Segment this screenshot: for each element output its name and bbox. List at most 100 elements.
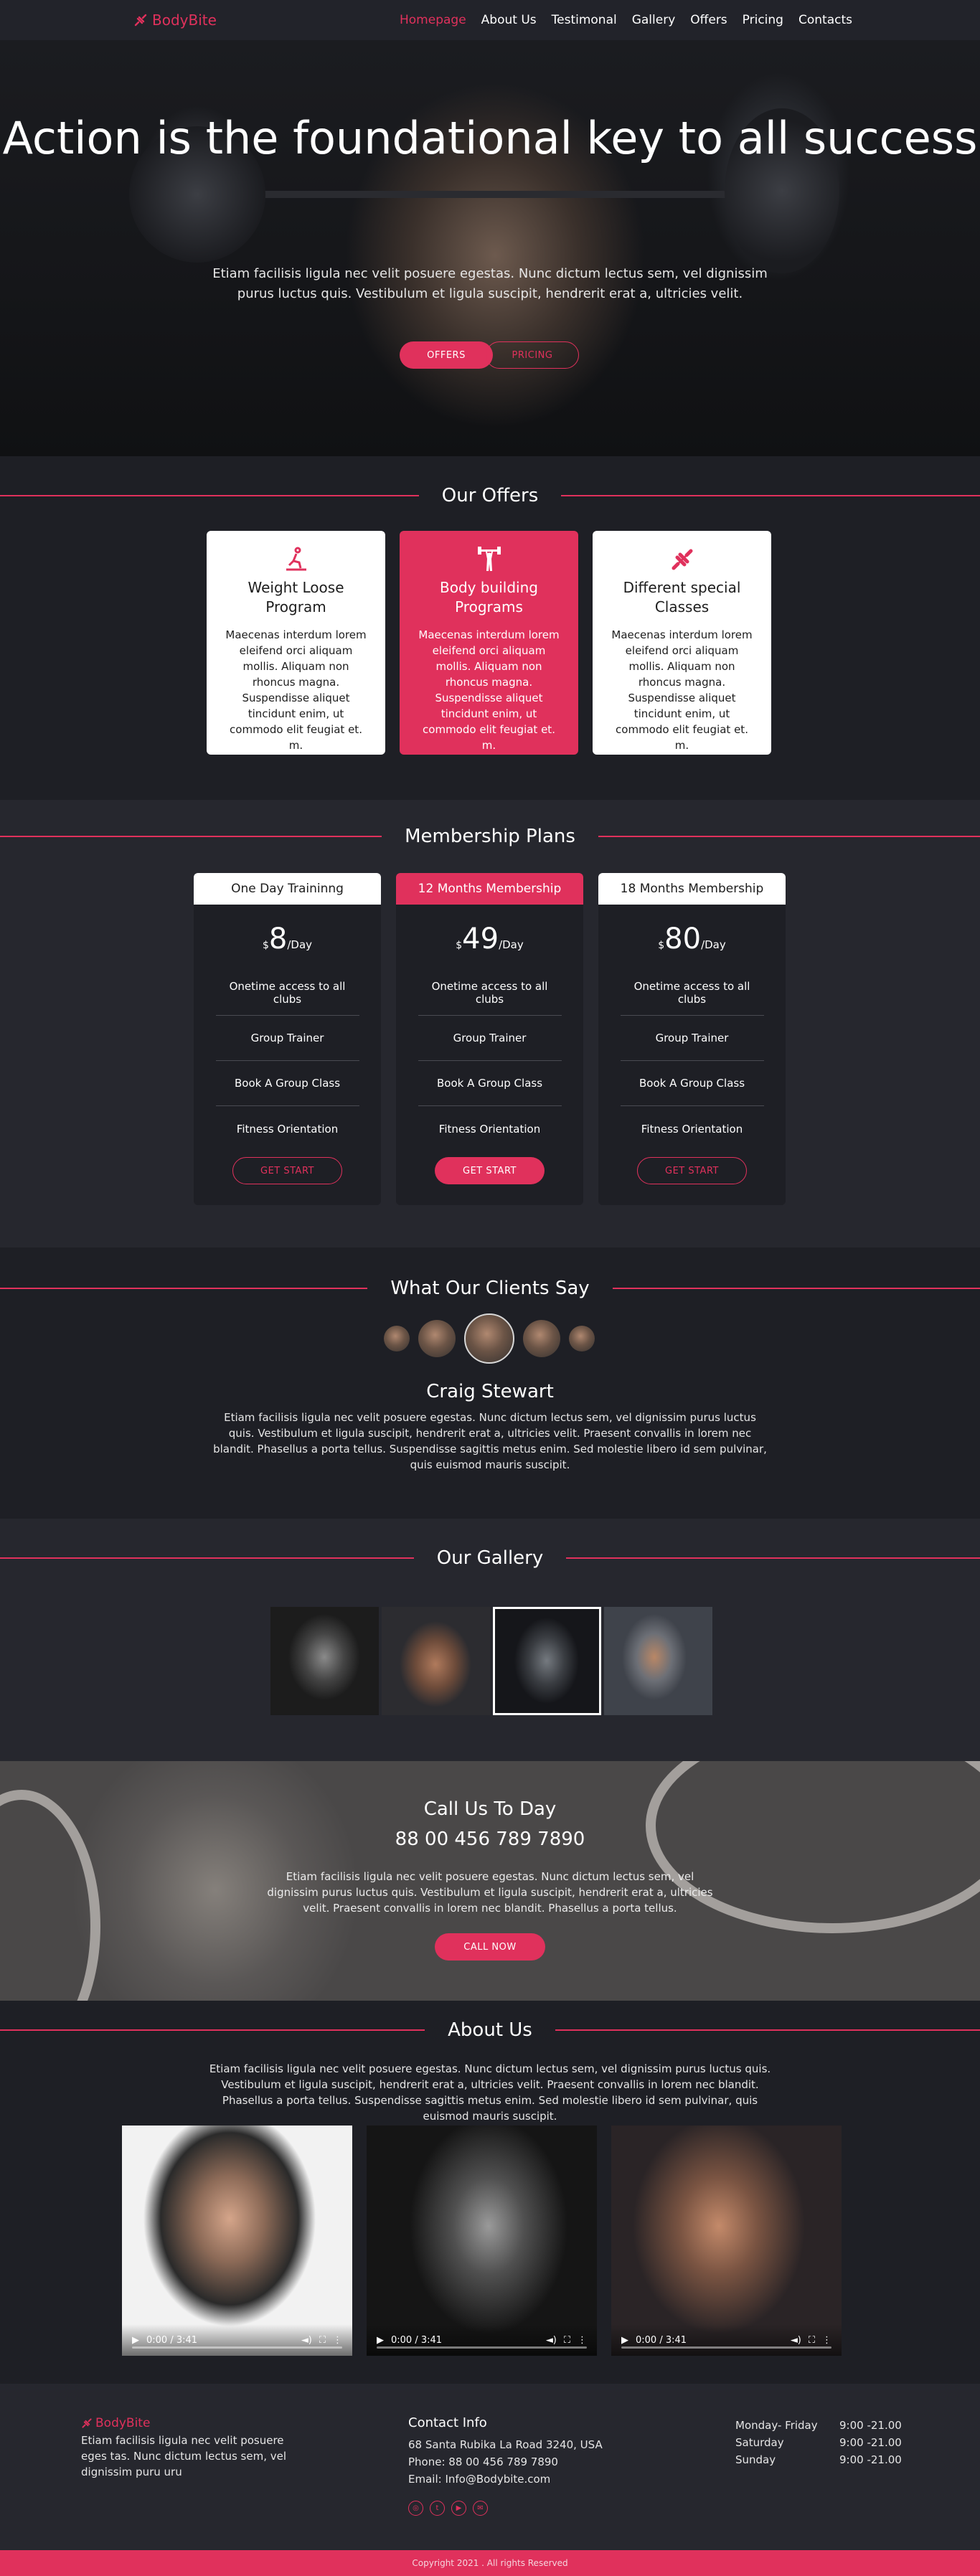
nav-gallery[interactable]: Gallery bbox=[632, 13, 676, 27]
dumbbell-icon bbox=[610, 545, 754, 574]
plan-price: $ 80 /Day bbox=[598, 922, 786, 956]
video-controls: ▶ 0:00 / 3:41 ◄) ⛶ ⋮ bbox=[122, 2324, 352, 2356]
contact-address: 68 Santa Rubika La Road 3240, USA bbox=[408, 2438, 603, 2451]
gallery-image[interactable] bbox=[382, 1607, 490, 1715]
video-time: 0:00 / 3:41 bbox=[636, 2334, 687, 2346]
volume-icon[interactable]: ◄) bbox=[546, 2335, 557, 2346]
video-player[interactable]: ▶ 0:00 / 3:41 ◄) ⛶ ⋮ bbox=[367, 2126, 597, 2356]
fullscreen-icon[interactable]: ⛶ bbox=[809, 2335, 815, 2346]
nav-contacts[interactable]: Contacts bbox=[798, 13, 852, 27]
offer-card[interactable]: Different special Classes Maecenas inter… bbox=[593, 531, 771, 755]
testimonials-section: What Our Clients Say Craig Stewart Etiam… bbox=[0, 1247, 980, 1519]
divider-line bbox=[0, 1288, 368, 1289]
offer-card[interactable]: Body building Programs Maecenas interdum… bbox=[400, 531, 578, 755]
gallery-image[interactable] bbox=[604, 1607, 712, 1715]
play-icon[interactable]: ▶ bbox=[377, 2335, 384, 2346]
hours-day: Monday- Friday bbox=[735, 2419, 818, 2432]
get-start-button[interactable]: GET START bbox=[637, 1157, 747, 1184]
more-options-icon[interactable]: ⋮ bbox=[333, 2335, 342, 2346]
offer-text: Maecenas interdum lorem eleifend orci al… bbox=[611, 628, 753, 752]
fullscreen-icon[interactable]: ⛶ bbox=[564, 2335, 570, 2346]
play-icon[interactable]: ▶ bbox=[132, 2335, 139, 2346]
hours-time: 9:00 -21.00 bbox=[839, 2419, 902, 2432]
dumbbell-logo-icon bbox=[82, 2418, 92, 2428]
gallery-image[interactable] bbox=[270, 1607, 379, 1715]
instagram-icon[interactable]: ◎ bbox=[408, 2501, 423, 2516]
gallery-thumbnails bbox=[270, 1607, 712, 1715]
plan-feature: Fitness Orientation bbox=[236, 1122, 339, 1136]
about-videos: ▶ 0:00 / 3:41 ◄) ⛶ ⋮ ▶ 0:00 / 3:41 ◄) ⛶ … bbox=[122, 2126, 842, 2356]
play-icon[interactable]: ▶ bbox=[621, 2335, 628, 2346]
divider-line bbox=[612, 1288, 980, 1289]
contact-email[interactable]: Email: Info@Bodybite.com bbox=[408, 2471, 603, 2488]
divider-line bbox=[0, 495, 419, 496]
client-avatar-active[interactable] bbox=[464, 1313, 514, 1364]
video-player[interactable]: ▶ 0:00 / 3:41 ◄) ⛶ ⋮ bbox=[611, 2126, 842, 2356]
footer: BodyBite Etiam facilisis ligula nec veli… bbox=[0, 2384, 980, 2550]
volume-icon[interactable]: ◄) bbox=[791, 2335, 801, 2346]
call-us-text: Etiam facilisis ligula nec velit posuere… bbox=[267, 1870, 713, 1915]
video-progress-bar[interactable] bbox=[377, 2346, 587, 2349]
offer-cards: Weight Loose Program Maecenas interdum l… bbox=[207, 531, 771, 755]
offers-title: Our Offers bbox=[441, 485, 539, 506]
get-start-button[interactable]: GET START bbox=[232, 1157, 342, 1184]
hours-time: 9:00 -21.00 bbox=[839, 2436, 902, 2449]
plan-name: One Day Traininng bbox=[194, 873, 381, 905]
video-time: 0:00 / 3:41 bbox=[391, 2334, 443, 2346]
plan-feature: Book A Group Class bbox=[418, 1061, 562, 1106]
divider-line bbox=[561, 495, 980, 496]
opening-hours: Monday- Friday 9:00 -21.00 Saturday 9:00 -… bbox=[735, 2417, 902, 2468]
client-avatar[interactable] bbox=[523, 1320, 560, 1357]
plan-price: $ 8 /Day bbox=[194, 922, 381, 956]
plan-feature: Onetime access to all clubs bbox=[418, 971, 562, 1016]
more-options-icon[interactable]: ⋮ bbox=[822, 2335, 831, 2346]
more-options-icon[interactable]: ⋮ bbox=[578, 2335, 587, 2346]
client-avatar[interactable] bbox=[418, 1320, 456, 1357]
price-period: /Day bbox=[701, 938, 726, 951]
nav-offers[interactable]: Offers bbox=[690, 13, 727, 27]
plan-features: Onetime access to all clubs Group Traine… bbox=[620, 971, 764, 1151]
plan-feature: Fitness Orientation bbox=[641, 1122, 743, 1136]
call-now-button[interactable]: CALL NOW bbox=[435, 1933, 545, 1961]
plan-feature: Group Trainer bbox=[418, 1016, 562, 1061]
hours-row: Sunday 9:00 -21.00 bbox=[735, 2451, 902, 2468]
client-avatar[interactable] bbox=[384, 1326, 410, 1351]
gallery-image-selected[interactable] bbox=[493, 1607, 601, 1715]
video-progress-bar[interactable] bbox=[621, 2346, 831, 2349]
video-player[interactable]: ▶ 0:00 / 3:41 ◄) ⛶ ⋮ bbox=[122, 2126, 352, 2356]
plan-feature: Group Trainer bbox=[620, 1016, 764, 1061]
twitter-icon[interactable]: t bbox=[430, 2501, 445, 2516]
top-navbar: BodyBite Homepage About Us Testimonal Ga… bbox=[0, 0, 980, 40]
nav-about-us[interactable]: About Us bbox=[481, 13, 537, 27]
currency-symbol: $ bbox=[658, 940, 665, 951]
volume-icon[interactable]: ◄) bbox=[301, 2335, 312, 2346]
nav-testimonal[interactable]: Testimonal bbox=[552, 13, 617, 27]
divider-line bbox=[0, 2029, 425, 2031]
plan-name: 12 Months Membership bbox=[396, 873, 583, 905]
offer-card[interactable]: Weight Loose Program Maecenas interdum l… bbox=[207, 531, 385, 755]
divider-line bbox=[0, 1557, 414, 1559]
email-icon[interactable]: ✉ bbox=[473, 2501, 488, 2516]
client-avatar[interactable] bbox=[569, 1326, 595, 1351]
about-section: About Us Etiam facilisis ligula nec veli… bbox=[0, 2001, 980, 2384]
plan-card: One Day Traininng $ 8 /Day Onetime acces… bbox=[194, 873, 381, 1205]
plan-name: 18 Months Membership bbox=[598, 873, 786, 905]
plan-feature: Onetime access to all clubs bbox=[215, 971, 359, 1016]
brand-logo[interactable]: BodyBite bbox=[133, 11, 217, 29]
video-progress-bar[interactable] bbox=[132, 2346, 342, 2349]
offers-button[interactable]: OFFERS bbox=[400, 341, 493, 369]
rope-image bbox=[0, 1790, 100, 2001]
plans-title: Membership Plans bbox=[405, 826, 575, 847]
gallery-section: Our Gallery bbox=[0, 1519, 980, 1761]
fullscreen-icon[interactable]: ⛶ bbox=[319, 2335, 326, 2346]
plan-feature: Group Trainer bbox=[215, 1016, 359, 1061]
nav-homepage[interactable]: Homepage bbox=[400, 13, 466, 27]
get-start-button[interactable]: GET START bbox=[435, 1157, 545, 1184]
weightlifter-icon bbox=[417, 545, 561, 574]
pricing-button[interactable]: PRICING bbox=[486, 341, 579, 369]
plan-card: 12 Months Membership $ 49 /Day Onetime a… bbox=[396, 873, 583, 1205]
youtube-icon[interactable]: ▶ bbox=[451, 2501, 466, 2516]
footer-logo[interactable]: BodyBite bbox=[81, 2416, 150, 2430]
hero-buttons: OFFERS PRICING bbox=[400, 341, 579, 369]
nav-pricing[interactable]: Pricing bbox=[743, 13, 783, 27]
